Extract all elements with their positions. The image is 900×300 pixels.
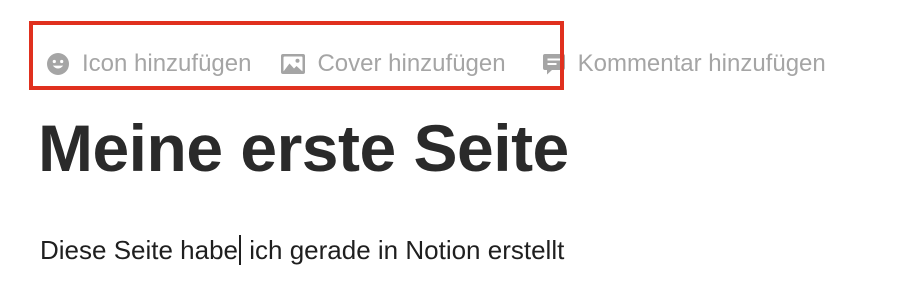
text-before-caret: Diese Seite habe <box>40 235 239 265</box>
smiley-icon <box>44 50 72 78</box>
text-block[interactable]: Diese Seite habe ich gerade in Notion er… <box>40 232 564 268</box>
add-cover-button[interactable]: Cover hinzufügen <box>279 44 506 84</box>
text-after-caret: ich gerade in Notion erstellt <box>242 235 565 265</box>
page-title[interactable]: Meine erste Seite <box>38 108 569 188</box>
comment-icon <box>540 50 568 78</box>
add-cover-label: Cover hinzufügen <box>317 50 506 77</box>
add-icon-label: Icon hinzufügen <box>82 50 252 77</box>
add-comment-label: Kommentar hinzufügen <box>577 50 826 77</box>
add-icon-button[interactable]: Icon hinzufügen <box>44 44 251 84</box>
add-comment-button[interactable]: Kommentar hinzufügen <box>540 44 826 84</box>
text-caret <box>239 235 242 265</box>
image-icon <box>279 50 307 78</box>
page-actions-bar: Icon hinzufügen Cover hinzufügen Komment… <box>44 44 826 84</box>
